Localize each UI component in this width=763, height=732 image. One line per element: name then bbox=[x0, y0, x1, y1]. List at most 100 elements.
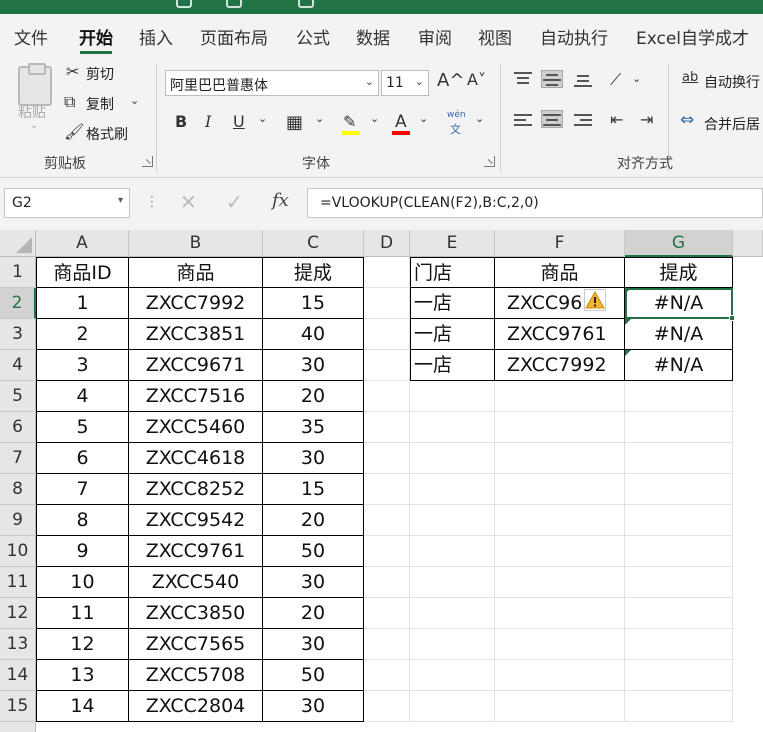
column-header-e[interactable]: E bbox=[410, 230, 495, 257]
row-header-2[interactable]: 2 bbox=[0, 288, 36, 319]
cell-e10[interactable] bbox=[410, 536, 495, 567]
cell-a9[interactable]: 8 bbox=[36, 505, 129, 536]
underline-button[interactable]: U bbox=[233, 112, 245, 131]
cell-d8[interactable] bbox=[364, 474, 410, 505]
cell-d3[interactable] bbox=[364, 319, 410, 350]
increase-indent-icon[interactable]: ⇥ bbox=[640, 110, 653, 129]
splitter-handle[interactable]: ⋮ bbox=[145, 194, 159, 210]
cell-g12[interactable] bbox=[625, 598, 733, 629]
row-header-9[interactable]: 9 bbox=[0, 505, 36, 536]
cell-g7[interactable] bbox=[625, 443, 733, 474]
row-header-5[interactable]: 5 bbox=[0, 381, 36, 412]
cell-c4[interactable]: 30 bbox=[263, 350, 364, 381]
cell-a1[interactable]: 商品ID bbox=[36, 257, 129, 288]
cell-b11[interactable]: ZXCC540 bbox=[129, 567, 263, 598]
select-all-button[interactable] bbox=[0, 230, 36, 257]
chevron-down-icon[interactable]: ⌄ bbox=[30, 120, 38, 131]
name-box[interactable]: G2 ▾ bbox=[4, 188, 130, 218]
row-header-1[interactable]: 1 bbox=[0, 257, 36, 288]
cell-a8[interactable]: 7 bbox=[36, 474, 129, 505]
tab-insert[interactable]: 插入 bbox=[139, 24, 173, 49]
row-header-8[interactable]: 8 bbox=[0, 474, 36, 505]
cell-b1[interactable]: 商品 bbox=[129, 257, 263, 288]
cell-g1[interactable]: 提成 bbox=[625, 257, 733, 288]
cell-c15[interactable]: 30 bbox=[263, 691, 364, 722]
column-header-f[interactable]: F bbox=[495, 230, 625, 257]
cell-e13[interactable] bbox=[410, 629, 495, 660]
cell-c8[interactable]: 15 bbox=[263, 474, 364, 505]
align-middle-icon[interactable] bbox=[541, 70, 563, 88]
cell-c14[interactable]: 50 bbox=[263, 660, 364, 691]
cell-f15[interactable] bbox=[495, 691, 625, 722]
quick-access-icon[interactable] bbox=[298, 0, 314, 8]
cell-d10[interactable] bbox=[364, 536, 410, 567]
cell-d6[interactable] bbox=[364, 412, 410, 443]
cell-g11[interactable] bbox=[625, 567, 733, 598]
row-header-3[interactable]: 3 bbox=[0, 319, 36, 350]
bold-button[interactable]: B bbox=[175, 112, 187, 131]
cell-c11[interactable]: 30 bbox=[263, 567, 364, 598]
worksheet-grid[interactable]: ABCDEFG 1 2 3 4 5 6 7 8 9 10 11 12 13 14 15 商品ID 商品 提成 1 Z… bbox=[0, 230, 763, 732]
cell-g5[interactable] bbox=[625, 381, 733, 412]
cell-f5[interactable] bbox=[495, 381, 625, 412]
cell-e3[interactable]: 一店 bbox=[410, 319, 495, 350]
dialog-launcher-icon[interactable] bbox=[484, 156, 495, 167]
cell-g15[interactable] bbox=[625, 691, 733, 722]
orientation-icon[interactable]: ⟋ bbox=[610, 70, 621, 90]
chevron-down-icon[interactable]: ⌄ bbox=[632, 72, 641, 85]
cell-d4[interactable] bbox=[364, 350, 410, 381]
insert-function-button[interactable]: fx bbox=[272, 190, 289, 211]
column-header-next[interactable] bbox=[733, 230, 763, 257]
cell-e8[interactable] bbox=[410, 474, 495, 505]
cell-d7[interactable] bbox=[364, 443, 410, 474]
cell-f3[interactable]: ZXCC9761 bbox=[495, 319, 625, 350]
cell-b13[interactable]: ZXCC7565 bbox=[129, 629, 263, 660]
cell-f11[interactable] bbox=[495, 567, 625, 598]
cell-f8[interactable] bbox=[495, 474, 625, 505]
cell-b10[interactable]: ZXCC9761 bbox=[129, 536, 263, 567]
save-icon[interactable] bbox=[176, 0, 192, 8]
tab-formulas[interactable]: 公式 bbox=[296, 24, 330, 49]
tab-home[interactable]: 开始 bbox=[79, 24, 113, 49]
cell-e1[interactable]: 门店 bbox=[410, 257, 495, 288]
borders-icon[interactable]: ▦ bbox=[286, 112, 303, 133]
wrap-text-button[interactable]: 自动换行 bbox=[704, 72, 760, 92]
cell-e7[interactable] bbox=[410, 443, 495, 474]
cell-g3[interactable]: #N/A bbox=[625, 319, 733, 350]
cell-a15[interactable]: 14 bbox=[36, 691, 129, 722]
cell-c10[interactable]: 50 bbox=[263, 536, 364, 567]
fill-color-icon[interactable]: ✎ bbox=[343, 112, 356, 131]
row-header-7[interactable]: 7 bbox=[0, 443, 36, 474]
cell-g10[interactable] bbox=[625, 536, 733, 567]
cell-f4[interactable]: ZXCC7992 bbox=[495, 350, 625, 381]
chevron-down-icon[interactable]: ⌄ bbox=[419, 112, 428, 125]
chevron-down-icon[interactable]: ⌄ bbox=[130, 94, 139, 107]
cell-b15[interactable]: ZXCC2804 bbox=[129, 691, 263, 722]
phonetic-icon[interactable]: wén bbox=[447, 110, 466, 120]
cell-c9[interactable]: 20 bbox=[263, 505, 364, 536]
cell-c2[interactable]: 15 bbox=[263, 288, 364, 319]
cell-d2[interactable] bbox=[364, 288, 410, 319]
cell-b2[interactable]: ZXCC7992 bbox=[129, 288, 263, 319]
cell-d15[interactable] bbox=[364, 691, 410, 722]
column-header-b[interactable]: B bbox=[129, 230, 263, 257]
cell-a2[interactable]: 1 bbox=[36, 288, 129, 319]
paste-icon[interactable] bbox=[18, 63, 52, 106]
cell-b3[interactable]: ZXCC3851 bbox=[129, 319, 263, 350]
chevron-down-icon[interactable]: ⌄ bbox=[370, 112, 379, 125]
font-name-select[interactable]: 阿里巴巴普惠体 ⌄ bbox=[165, 70, 379, 96]
cell-e9[interactable] bbox=[410, 505, 495, 536]
cell-g2[interactable]: #N/A bbox=[625, 288, 733, 319]
tab-view[interactable]: 视图 bbox=[478, 24, 512, 49]
cell-a13[interactable]: 12 bbox=[36, 629, 129, 660]
align-top-icon[interactable] bbox=[512, 70, 534, 88]
cell-b4[interactable]: ZXCC9671 bbox=[129, 350, 263, 381]
cell-e12[interactable] bbox=[410, 598, 495, 629]
merge-center-button[interactable]: 合并后居 bbox=[704, 114, 760, 134]
cell-e14[interactable] bbox=[410, 660, 495, 691]
cell-c13[interactable]: 30 bbox=[263, 629, 364, 660]
cell-g13[interactable] bbox=[625, 629, 733, 660]
cell-c3[interactable]: 40 bbox=[263, 319, 364, 350]
cell-f14[interactable] bbox=[495, 660, 625, 691]
cell-d11[interactable] bbox=[364, 567, 410, 598]
